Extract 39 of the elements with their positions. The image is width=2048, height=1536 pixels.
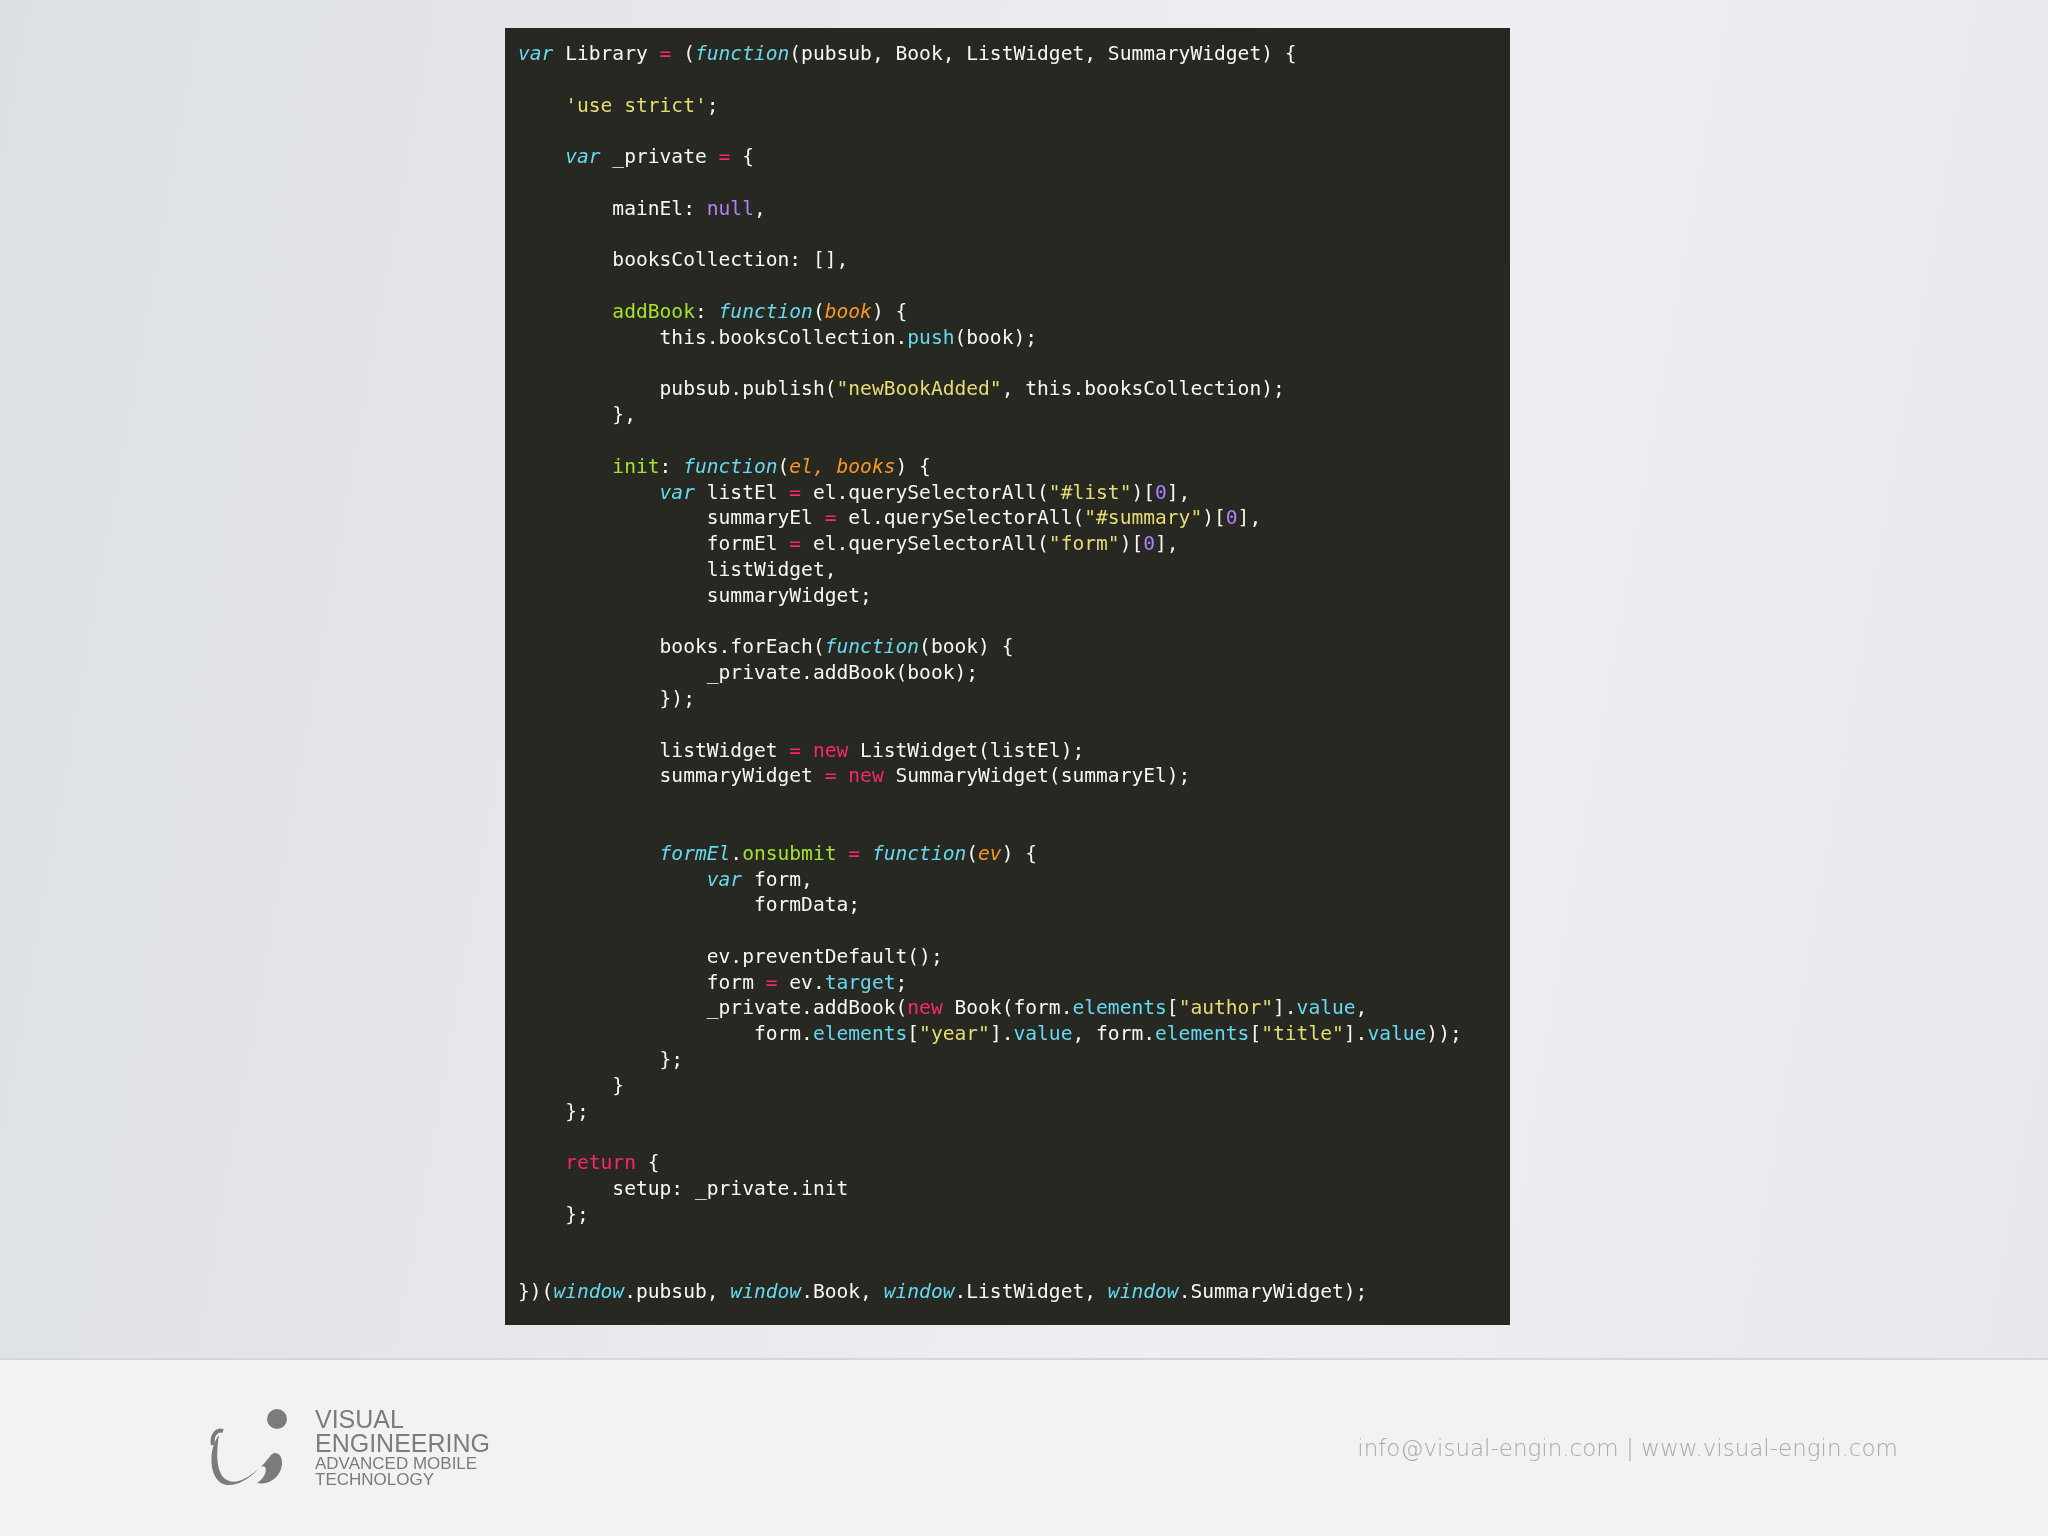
code-line: form.elements["year"].value, form.elements["title"].value)); <box>752 1021 1462 1048</box>
code-line: _private.addBook(new Book(form.elements["author"].value, <box>705 995 1368 1022</box>
logo-text: TECHNOLOGY <box>315 1471 436 1488</box>
code-line: addBook: function(book) { <box>611 298 908 325</box>
code-line: ev.preventDefault(); <box>705 943 943 970</box>
contact-info: info@visual-engin.com | www.visual-engin.com <box>1357 1433 1898 1463</box>
logo-text: ADVANCED MOBILE <box>315 1455 479 1472</box>
code-line: var form, <box>705 866 813 893</box>
code-line: formEl.onsubmit = function(ev) { <box>658 840 1038 867</box>
code-line: }; <box>564 1201 589 1228</box>
code-line: form = ev.target; <box>705 969 908 996</box>
code-line: listWidget, <box>705 556 837 583</box>
code-line: var Library = (function(pubsub, Book, ListWidget, SummaryWidget) { <box>518 41 1297 67</box>
logo-text: VISUAL <box>315 1408 405 1432</box>
code-line: } <box>611 1072 625 1099</box>
code-line: setup: _private.init <box>611 1176 849 1202</box>
logo-text: ENGINEERING <box>315 1431 491 1456</box>
code-line: books.forEach(function(book) { <box>658 634 1014 661</box>
code-line: formEl = el.querySelectorAll("form")[0], <box>705 531 1179 557</box>
code-line: summaryWidget; <box>705 582 872 609</box>
code-line: })(window.pubsub, window.Book, window.ListWidget, window.SummaryWidget); <box>518 1279 1368 1306</box>
code-line: formData; <box>752 892 861 919</box>
code-line: }, <box>611 402 636 428</box>
code-line: return { <box>564 1150 660 1177</box>
code-line: }; <box>564 1098 589 1125</box>
code-line: listWidget = new ListWidget(listEl); <box>658 737 1085 764</box>
code-line: 'use strict'; <box>564 92 719 119</box>
code-line: var listEl = el.querySelectorAll("#list")[0], <box>658 479 1191 506</box>
code-line: }); <box>658 685 695 712</box>
code-line: _private.addBook(book); <box>705 660 979 686</box>
code-line: }; <box>658 1047 684 1073</box>
code-line: var _private = { <box>564 144 754 170</box>
code-line: summaryEl = el.querySelectorAll("#summary")[0], <box>705 505 1262 532</box>
code-line: summaryWidget = new SummaryWidget(summaryEl); <box>658 763 1191 790</box>
code-line: this.booksCollection.push(book); <box>658 324 1038 351</box>
code-line: mainEl: null, <box>611 195 766 222</box>
code-line: booksCollection: [], <box>611 247 849 274</box>
code-line: init: function(el, books) { <box>611 453 931 480</box>
code-line: pubsub.publish("newBookAdded", this.booksCollection); <box>658 376 1285 403</box>
